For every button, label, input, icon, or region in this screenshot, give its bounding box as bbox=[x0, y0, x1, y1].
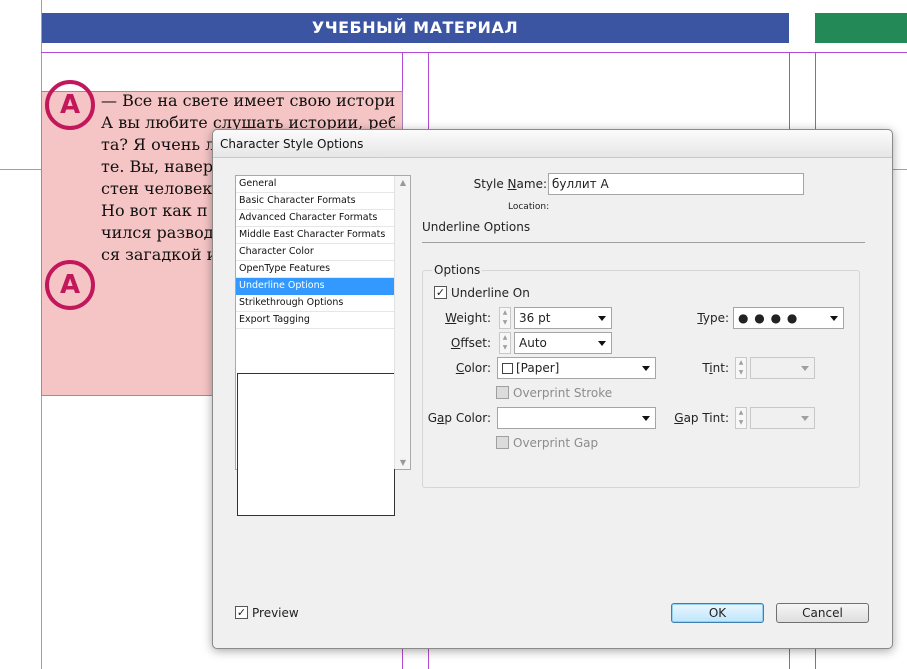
page-header-bar: УЧЕБНЫЙ МАТЕРИАЛ bbox=[41, 13, 789, 43]
page-header-green-bar bbox=[815, 13, 907, 43]
overprint-gap-checkbox[interactable] bbox=[496, 436, 509, 449]
offset-stepper[interactable]: ▲ ▼ bbox=[499, 332, 511, 354]
scroll-up-icon[interactable]: ▲ bbox=[395, 178, 411, 187]
bullet-a-icon: A bbox=[45, 260, 95, 310]
cancel-button[interactable]: Cancel bbox=[776, 603, 869, 623]
tint-dropdown[interactable] bbox=[750, 357, 815, 379]
color-dropdown[interactable]: [Paper] bbox=[497, 357, 656, 379]
preview-label: Preview bbox=[252, 606, 299, 620]
category-general[interactable]: General bbox=[236, 176, 395, 193]
character-style-options-dialog: Character Style Options General Basic Ch… bbox=[212, 129, 893, 649]
underline-on-checkbox[interactable]: ✓ bbox=[434, 286, 447, 299]
category-middle-east-character-formats[interactable]: Middle East Character Formats bbox=[236, 227, 395, 244]
overprint-stroke-label: Overprint Stroke bbox=[513, 386, 613, 400]
style-name-input[interactable]: буллит А bbox=[548, 173, 804, 195]
offset-label: Offset: bbox=[450, 336, 491, 350]
tint-stepper[interactable]: ▲ ▼ bbox=[735, 357, 747, 379]
preview-checkbox[interactable]: ✓ bbox=[235, 606, 248, 619]
guide-horizontal bbox=[41, 52, 907, 53]
section-title: Underline Options bbox=[422, 220, 531, 234]
gap-tint-dropdown[interactable] bbox=[750, 407, 815, 429]
underline-on-label: Underline On bbox=[451, 286, 530, 300]
bullet-a-icon: A bbox=[45, 80, 95, 130]
tint-label: Tint: bbox=[702, 361, 729, 375]
gap-tint-stepper[interactable]: ▲ ▼ bbox=[735, 407, 747, 429]
overprint-gap-label: Overprint Gap bbox=[513, 436, 599, 450]
dialog-title[interactable]: Character Style Options bbox=[213, 130, 892, 158]
category-character-color[interactable]: Character Color bbox=[236, 244, 395, 261]
offset-dropdown[interactable]: Auto bbox=[514, 332, 612, 354]
scroll-down-icon[interactable]: ▼ bbox=[395, 458, 411, 467]
style-name-label: Style Name: bbox=[473, 177, 547, 191]
location-label: Location: bbox=[508, 202, 550, 212]
ok-button[interactable]: OK bbox=[671, 603, 764, 623]
overprint-stroke-checkbox[interactable] bbox=[496, 386, 509, 399]
type-dropdown[interactable]: ● ● ● ● bbox=[733, 307, 844, 329]
section-divider bbox=[422, 242, 865, 243]
options-group-title: Options bbox=[432, 263, 483, 277]
category-strikethrough-options[interactable]: Strikethrough Options bbox=[236, 295, 395, 312]
category-underline-options[interactable]: Underline Options bbox=[236, 278, 395, 295]
gap-color-dropdown[interactable] bbox=[497, 407, 656, 429]
category-advanced-character-formats[interactable]: Advanced Character Formats bbox=[236, 210, 395, 227]
paper-swatch-icon bbox=[502, 363, 513, 374]
category-export-tagging[interactable]: Export Tagging bbox=[236, 312, 395, 329]
options-group bbox=[422, 270, 860, 488]
category-scrollbar[interactable]: ▲ ▼ bbox=[394, 176, 410, 469]
gap-tint-label: Gap Tint: bbox=[674, 411, 729, 425]
category-list-empty-area bbox=[237, 373, 395, 516]
type-label: Type: bbox=[697, 311, 729, 325]
weight-dropdown[interactable]: 36 pt bbox=[514, 307, 612, 329]
gap-color-label: Gap Color: bbox=[427, 411, 491, 425]
weight-label: Weight: bbox=[445, 311, 491, 325]
text-line: — Все на свете имеет свою историю. bbox=[101, 91, 395, 110]
category-list[interactable]: General Basic Character Formats Advanced… bbox=[235, 175, 411, 516]
weight-stepper[interactable]: ▲ ▼ bbox=[499, 307, 511, 329]
category-basic-character-formats[interactable]: Basic Character Formats bbox=[236, 193, 395, 210]
category-opentype-features[interactable]: OpenType Features bbox=[236, 261, 395, 278]
color-label: Color: bbox=[455, 361, 491, 375]
